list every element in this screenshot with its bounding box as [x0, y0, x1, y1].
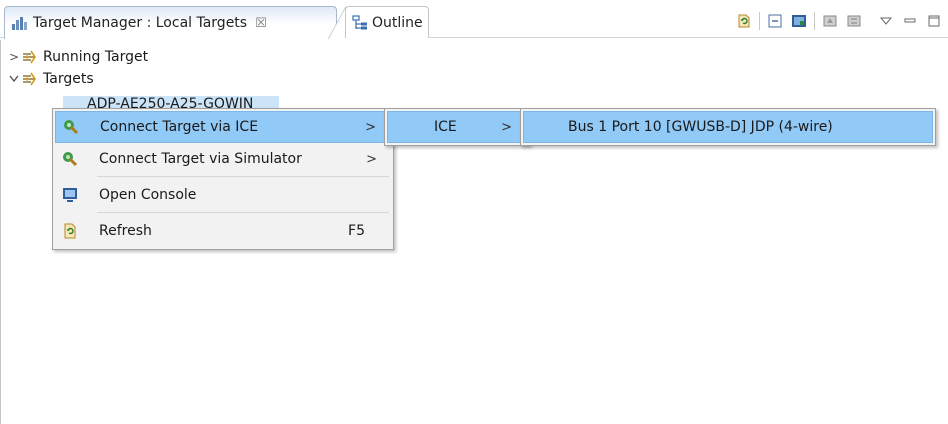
menu-item-label: Connect Target via ICE — [100, 119, 259, 135]
connect-ice-icon — [62, 118, 80, 136]
submenu-port: Bus 1 Port 10 [GWUSB-D] JDP (4-wire) — [520, 108, 936, 146]
menu-item-label: Connect Target via Simulator — [99, 151, 302, 167]
tab-target-manager[interactable]: Target Manager : Local Targets ☒ — [4, 6, 337, 39]
menu-item-label: ICE — [434, 119, 457, 135]
tree-item-running-target[interactable]: > Running Target — [7, 46, 148, 68]
menu-separator — [97, 176, 389, 177]
tab-label: Outline — [372, 14, 423, 31]
menu-separator — [97, 212, 389, 213]
minimize-icon[interactable] — [898, 10, 922, 32]
toolbar-separator — [814, 12, 815, 30]
outline-icon — [352, 14, 368, 31]
toolbar-separator — [759, 12, 760, 30]
view-toolbar — [732, 10, 946, 32]
menu-item-refresh[interactable]: Refresh F5 — [55, 215, 391, 247]
maximize-icon[interactable] — [922, 10, 946, 32]
refresh-icon — [61, 222, 79, 240]
collapse-all-icon[interactable] — [763, 10, 787, 32]
collapse-arrow-icon[interactable] — [7, 72, 21, 86]
menu-item-ice[interactable]: ICE > — [387, 111, 527, 143]
context-menu: Connect Target via ICE > Connect Target … — [52, 108, 394, 250]
submenu-arrow-icon: > — [365, 119, 376, 135]
tab-outline[interactable]: Outline — [345, 6, 429, 38]
shortcut-label: F5 — [348, 223, 365, 239]
target-group-icon — [21, 71, 39, 87]
menu-item-open-console[interactable]: Open Console — [55, 179, 391, 211]
connect-simulator-icon — [61, 150, 79, 168]
menu-item-label: Refresh — [99, 223, 152, 239]
tree-item-label: Targets — [43, 71, 94, 87]
menu-item-connect-simulator[interactable]: Connect Target via Simulator > — [55, 143, 391, 175]
menu-item-connect-ice[interactable]: Connect Target via ICE > — [55, 111, 391, 143]
view-tab-bar: Target Manager : Local Targets ☒ Outline — [0, 0, 948, 39]
menu-item-bus1-port10[interactable]: Bus 1 Port 10 [GWUSB-D] JDP (4-wire) — [523, 111, 933, 143]
tab-label: Target Manager : Local Targets — [33, 15, 248, 31]
console-icon — [61, 186, 79, 204]
target-group-icon — [21, 49, 39, 65]
tree-item-label: Running Target — [43, 49, 149, 65]
refresh-icon[interactable] — [732, 10, 756, 32]
submenu-arrow-icon: > — [366, 151, 377, 167]
submenu-ice: ICE > — [384, 108, 530, 146]
show-console-icon[interactable] — [787, 10, 811, 32]
target-manager-icon — [11, 15, 29, 31]
close-tab-icon[interactable]: ☒ — [255, 16, 267, 31]
tree-item-targets[interactable]: Targets — [7, 68, 94, 90]
view-menu-icon[interactable] — [874, 10, 898, 32]
submenu-arrow-icon: > — [501, 119, 512, 135]
menu-item-label: Bus 1 Port 10 [GWUSB-D] JDP (4-wire) — [568, 119, 833, 135]
menu-item-label: Open Console — [99, 187, 197, 203]
tab-divider — [328, 6, 346, 39]
connect-icon[interactable] — [818, 10, 842, 32]
disconnect-icon[interactable] — [842, 10, 866, 32]
expand-arrow-icon[interactable]: > — [7, 50, 21, 64]
